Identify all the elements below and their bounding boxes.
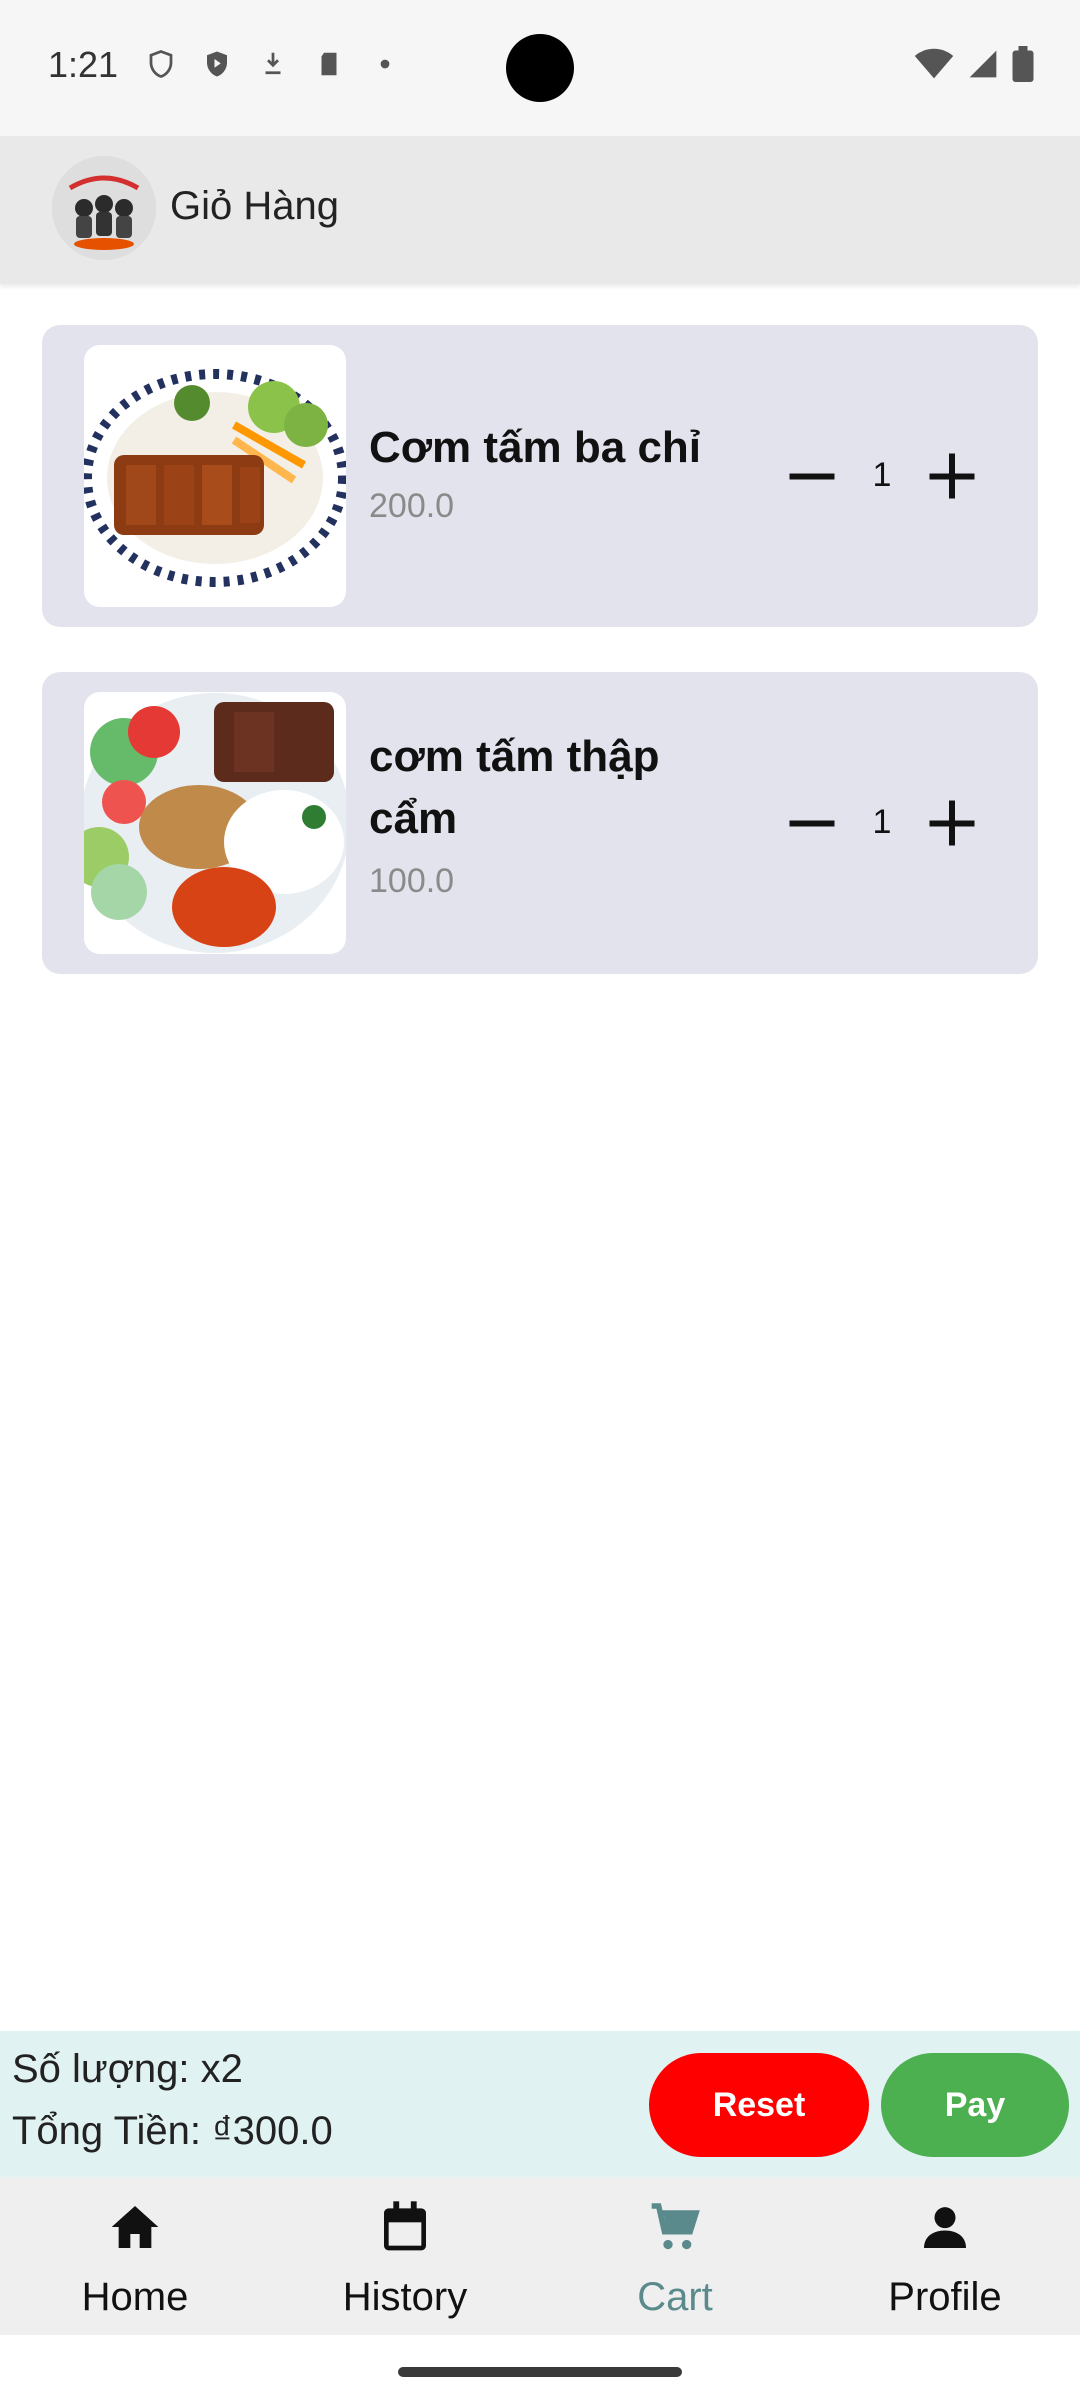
- reset-button[interactable]: Reset: [649, 2053, 869, 2157]
- cart-item: cơm tấm thập cẩm 100.0 1: [42, 672, 1038, 974]
- nav-history-label: History: [342, 2275, 468, 2319]
- calendar-icon: [384, 2201, 426, 2251]
- status-bar: 1:21: [0, 0, 1080, 136]
- gesture-area: [0, 2335, 1080, 2400]
- home-icon: [111, 2206, 159, 2248]
- bottom-navigation: Home History Cart Profile: [0, 2177, 1080, 2335]
- nav-home[interactable]: Home: [0, 2177, 270, 2335]
- nav-cart-label: Cart: [637, 2275, 713, 2319]
- minus-icon[interactable]: [782, 446, 842, 506]
- nav-profile-label: Profile: [888, 2275, 1002, 2319]
- quantity-value: 1: [872, 803, 892, 841]
- sd-card-icon: [321, 52, 337, 76]
- shield-icon: [149, 50, 173, 78]
- item-price: 200.0: [369, 487, 455, 525]
- mixed-rice-platter-image: [84, 692, 346, 954]
- nav-profile[interactable]: Profile: [810, 2177, 1080, 2335]
- minus-icon[interactable]: [782, 793, 842, 853]
- pay-button[interactable]: Pay: [881, 2053, 1069, 2157]
- page-title: Giỏ Hàng: [170, 184, 339, 228]
- battery-icon: [1012, 46, 1034, 82]
- cart-summary: Số lượng: x2 Tổng Tiền: ₫300.0 Reset Pay: [0, 2031, 1080, 2177]
- status-system-icons: [914, 46, 1034, 82]
- app-bar: Giỏ Hàng: [0, 136, 1080, 284]
- cart-item: Cơm tấm ba chỉ 200.0 1: [42, 325, 1038, 627]
- wifi-icon: [914, 48, 954, 79]
- plus-icon[interactable]: [922, 446, 982, 506]
- nav-cart[interactable]: Cart: [540, 2177, 810, 2335]
- total-price: Tổng Tiền: ₫300.0: [12, 2109, 333, 2153]
- cart-icon: [651, 2203, 700, 2250]
- plus-icon[interactable]: [922, 793, 982, 853]
- quantity-value: 1: [872, 456, 892, 494]
- restaurant-logo-icon: [52, 156, 156, 260]
- download-icon: [265, 52, 281, 75]
- item-name: Cơm tấm ba chỉ: [369, 423, 702, 472]
- dot-icon: [380, 59, 390, 69]
- status-notification-icons: [146, 48, 400, 80]
- item-price: 100.0: [369, 862, 455, 900]
- signal-icon: [969, 50, 997, 78]
- person-icon: [924, 2207, 966, 2248]
- status-time: 1:21: [48, 44, 119, 85]
- play-protect-icon: [207, 51, 227, 77]
- camera-cutout: [506, 34, 574, 102]
- home-gesture-bar[interactable]: [398, 2367, 682, 2377]
- nav-history[interactable]: History: [270, 2177, 540, 2335]
- total-quantity: Số lượng: x2: [12, 2047, 243, 2091]
- grilled-pork-rice-image: [84, 345, 346, 607]
- item-name: cơm tấm thập cẩm: [369, 732, 660, 843]
- nav-home-label: Home: [81, 2275, 189, 2319]
